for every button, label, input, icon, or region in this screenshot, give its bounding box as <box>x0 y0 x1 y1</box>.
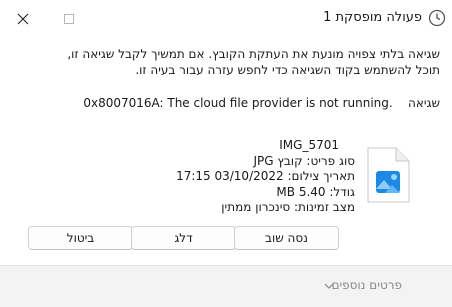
maximize-icon <box>64 13 74 24</box>
error-code-line: שגיאה 0x8007016A: The cloud file provide… <box>15 95 440 111</box>
title-bar: פעולה מופסקת 1 <box>0 0 452 37</box>
file-availability: מצב זמינות: סינכרון ממתין <box>221 200 355 214</box>
error-message: שגיאה בלתי צפויה מונעת את העתקת הקובץ. א… <box>15 46 440 78</box>
close-icon <box>17 13 29 24</box>
footer: פרטים נוספים <box>0 265 452 307</box>
file-date-taken: תאריך צילום: 03/10/2022 17:15 <box>176 169 355 183</box>
clock-icon <box>428 9 446 27</box>
file-size: גודל: 5.40 MB <box>276 184 355 199</box>
file-operation-dialog: פעולה מופסקת 1 שגיאה בלתי צפויה מונעת את… <box>0 0 452 307</box>
maximize-button <box>46 0 92 37</box>
error-message-line-1: שגיאה בלתי צפויה מונעת את העתקת הקובץ. א… <box>67 47 440 61</box>
image-file-icon <box>367 147 410 203</box>
dialog-content: שגיאה בלתי צפויה מונעת את העתקת הקובץ. א… <box>0 37 452 265</box>
error-code: 0x8007016A: The cloud file provider is n… <box>83 96 393 110</box>
retry-button[interactable]: נסה שוב <box>234 226 339 250</box>
window-title: פעולה מופסקת 1 <box>323 10 422 25</box>
more-details-link[interactable]: פרטים נוספים <box>331 278 402 292</box>
file-type: סוג פריט: קובץ JPG <box>253 153 356 168</box>
error-label: שגיאה <box>408 96 440 110</box>
cancel-button[interactable]: ביטול <box>28 226 133 250</box>
error-message-line-2: תוכל להשתמש בקוד השגיאה כדי לחפש עזרה עב… <box>135 63 440 77</box>
close-button[interactable] <box>0 0 46 37</box>
file-details: IMG_5701 סוג פריט: קובץ JPG תאריך צילום:… <box>95 138 355 216</box>
file-name: IMG_5701 <box>279 138 339 152</box>
skip-button[interactable]: דלג <box>131 226 236 250</box>
